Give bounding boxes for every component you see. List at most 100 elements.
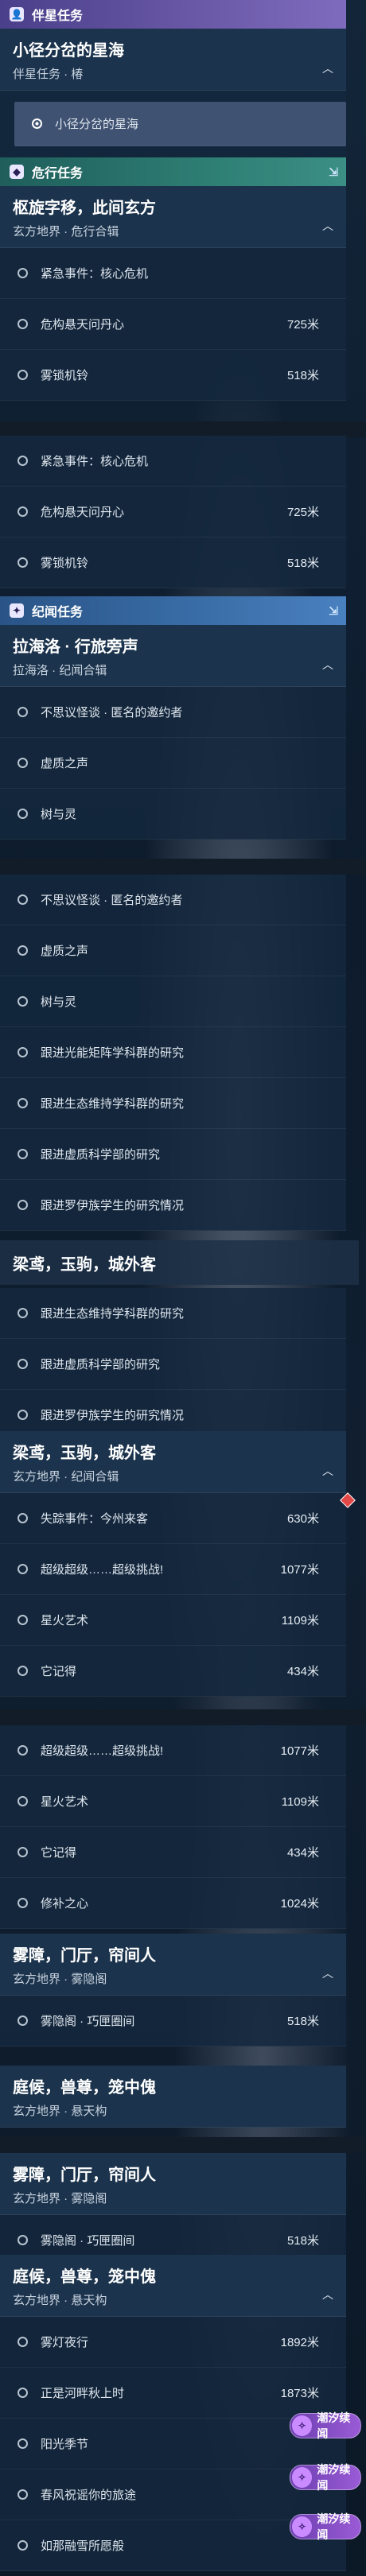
quest-step[interactable]: 星火艺术 1109米 <box>0 1595 346 1646</box>
quest-step[interactable]: 跟进生态维持学科群的研究 <box>0 1288 346 1339</box>
wuzhang-section: 雾障，门厅，帘间人 玄方地界 · 雾隐阁 ︿ 雾隐阁 · 巧匣圈间 518米 <box>0 1934 346 2046</box>
radio-icon <box>18 268 28 278</box>
tide-news-badge[interactable]: ✧ 潮汐续闻 <box>290 2411 361 2440</box>
quest-step[interactable]: 危构悬天问丹心 725米 <box>0 299 346 350</box>
quest-step[interactable]: 危构悬天问丹心 725米 <box>0 487 346 537</box>
step-label: 跟进生态维持学科群的研究 <box>41 1097 185 1111</box>
chevron-up-icon[interactable]: ︿ <box>322 2287 333 2302</box>
radio-icon <box>18 1847 28 1857</box>
quest-step[interactable]: 不思议怪谈 · 匿名的邀约者 <box>0 875 346 925</box>
chevron-up-icon[interactable]: ︿ <box>322 1965 333 1981</box>
quest-step[interactable]: 雾锁机铃 518米 <box>0 350 346 401</box>
quest-step[interactable]: 雾灯夜行 1892米 <box>0 2317 346 2368</box>
quest-step[interactable]: 跟进生态维持学科群的研究 <box>0 1078 346 1129</box>
step-label: 小径分岔的星海 <box>55 118 139 131</box>
step-label: 跟进生态维持学科群的研究 <box>41 1307 185 1321</box>
category-label: 纪闻任务 <box>32 606 84 619</box>
quest-header[interactable]: 庭候，兽尊，笼中傀 玄方地界 · 悬天构 <box>0 2066 346 2128</box>
chronicle-section-scrolled: 不思议怪谈 · 匿名的邀约者 虚质之声 树与灵 跟进光能矩阵学科群的研究 跟进生… <box>0 875 346 1231</box>
chevron-up-icon[interactable]: ︿ <box>322 218 333 234</box>
step-label: 雾灯夜行 <box>41 2336 89 2349</box>
quest-step[interactable]: 紧急事件：核心危机 <box>0 436 346 487</box>
quest-step[interactable]: 它记得 434米 <box>0 1827 346 1878</box>
person-icon: 👤 <box>10 7 24 21</box>
step-label: 紧急事件：核心危机 <box>41 455 149 468</box>
quest-step[interactable]: 雾隐阁 · 巧匣圈间 518米 <box>0 1996 346 2046</box>
quest-step[interactable]: 树与灵 <box>0 789 346 840</box>
step-distance: 1892米 <box>280 2336 319 2349</box>
quest-step[interactable]: 星火艺术 1109米 <box>0 1776 346 1827</box>
quest-title: 雾障，门厅，帘间人 <box>13 1947 156 1965</box>
step-distance: 1109米 <box>281 1795 319 1809</box>
radio-icon <box>18 2015 28 2026</box>
tide-news-badge[interactable]: ✧ 潮汐续闻 <box>290 2512 361 2541</box>
quest-step[interactable]: 超级超级……超级挑战! 1077米 <box>0 1544 346 1595</box>
step-label: 阳光季节 <box>41 2438 89 2451</box>
divider <box>0 859 366 875</box>
radio-icon <box>18 758 28 768</box>
step-label: 如那融雪所愿般 <box>41 2539 125 2553</box>
quest-step[interactable]: 不思议怪谈 · 匿名的邀约者 <box>0 687 346 738</box>
quest-step[interactable]: 跟进光能矩阵学科群的研究 <box>0 1027 346 1078</box>
quest-header[interactable]: 雾障，门厅，帘间人 玄方地界 · 雾隐阁 <box>0 2153 346 2215</box>
radio-icon <box>18 1149 28 1159</box>
step-distance: 1024米 <box>280 1897 319 1911</box>
quest-step[interactable]: 虚质之声 <box>0 925 346 976</box>
step-distance: 434米 <box>286 1665 319 1678</box>
quest-header[interactable]: 梁鸢，玉驹，城外客 玄方地界 · 纪闻合辑 ︿ <box>0 1431 346 1493</box>
danger-category-header[interactable]: ◆ 危行任务 ⇲ <box>0 157 346 186</box>
quest-step[interactable]: 修补之心 1024米 <box>0 1878 346 1929</box>
chevron-up-icon[interactable]: ︿ <box>322 60 333 76</box>
quest-header[interactable]: 拉海洛 · 行旅旁声 拉海洛 · 纪闻合辑 ︿ <box>0 625 346 687</box>
step-label: 树与灵 <box>41 995 77 1009</box>
quest-step[interactable]: 失踪事件：今州来客 630米 <box>0 1493 346 1544</box>
chevron-up-icon[interactable]: ︿ <box>322 1463 333 1479</box>
quest-header[interactable]: 庭候，兽尊，笼中傀 玄方地界 · 悬天构 ︿ <box>0 2255 346 2317</box>
radio-icon <box>18 1308 28 1318</box>
quest-step[interactable]: 跟进虚质科学部的研究 <box>0 1129 346 1180</box>
quest-title: 拉海洛 · 行旅旁声 <box>13 638 138 656</box>
tinghou-header-preview: 庭候，兽尊，笼中傀 玄方地界 · 悬天构 <box>0 2066 346 2128</box>
quest-step[interactable]: 虚质之声 <box>0 738 346 789</box>
quest-step[interactable]: 雾锁机铃 518米 <box>0 537 346 588</box>
quest-step[interactable]: 它记得 434米 <box>0 1646 346 1697</box>
quest-header[interactable]: 小径分岔的星海 伴星任务 · 椿 ︿ <box>0 29 346 91</box>
quest-subtitle: 玄方地界 · 纪闻合辑 <box>13 1470 119 1484</box>
quest-step[interactable]: 树与灵 <box>0 976 346 1027</box>
step-label: 危构悬天问丹心 <box>41 318 125 332</box>
radio-icon <box>18 1410 28 1420</box>
quest-header-liangyi[interactable]: 梁鸢，玉驹，城外客 <box>0 1240 359 1285</box>
quest-step[interactable]: 超级超级……超级挑战! 1077米 <box>0 1725 346 1776</box>
tide-news-badge[interactable]: ✧ 潮汐续闻 <box>290 2463 361 2492</box>
quest-step-selected[interactable]: 小径分岔的星海 <box>14 102 346 146</box>
step-label: 雾隐阁 · 巧匣圈间 <box>41 2234 135 2248</box>
quest-header[interactable]: 枢旋字移，此间玄方 玄方地界 · 危行合辑 ︿ <box>0 186 346 248</box>
step-label: 跟进虚质科学部的研究 <box>41 1148 161 1162</box>
step-label: 雾锁机铃 <box>41 369 89 382</box>
radio-icon <box>18 456 28 466</box>
step-label: 雾锁机铃 <box>41 557 89 570</box>
radio-icon <box>18 1047 28 1057</box>
quest-subtitle: 玄方地界 · 雾隐阁 <box>13 2192 107 2206</box>
companion-section: 👤 伴星任务 小径分岔的星海 伴星任务 · 椿 ︿ 小径分岔的星海 <box>0 0 346 173</box>
quest-step[interactable]: 紧急事件：核心危机 <box>0 248 346 299</box>
quest-header[interactable]: 雾障，门厅，帘间人 玄方地界 · 雾隐阁 ︿ <box>0 1934 346 1996</box>
companion-category-header[interactable]: 👤 伴星任务 <box>0 0 346 29</box>
quest-step[interactable]: 跟进罗伊族学生的研究情况 <box>0 1180 346 1231</box>
radio-icon <box>18 370 28 380</box>
chronicle-category-header[interactable]: ✦ 纪闻任务 ⇲ <box>0 596 346 625</box>
chevron-up-icon[interactable]: ︿ <box>322 657 333 673</box>
step-label: 超级超级……超级挑战! <box>41 1563 164 1577</box>
divider <box>0 2137 366 2153</box>
category-label: 危行任务 <box>32 167 84 180</box>
step-distance: 1109米 <box>281 1614 319 1627</box>
star-icon: ✦ <box>10 603 24 618</box>
quest-subtitle: 玄方地界 · 雾隐阁 <box>13 1973 107 1986</box>
radio-icon <box>18 2337 28 2347</box>
radio-icon <box>18 894 28 905</box>
quest-step[interactable]: 跟进虚质科学部的研究 <box>0 1339 346 1390</box>
diamond-icon: ◆ <box>10 165 24 179</box>
quest-step[interactable]: 正是河畔秋上时 1873米 <box>0 2368 346 2419</box>
step-label: 跟进罗伊族学生的研究情况 <box>41 1199 185 1212</box>
radio-icon <box>18 2388 28 2398</box>
